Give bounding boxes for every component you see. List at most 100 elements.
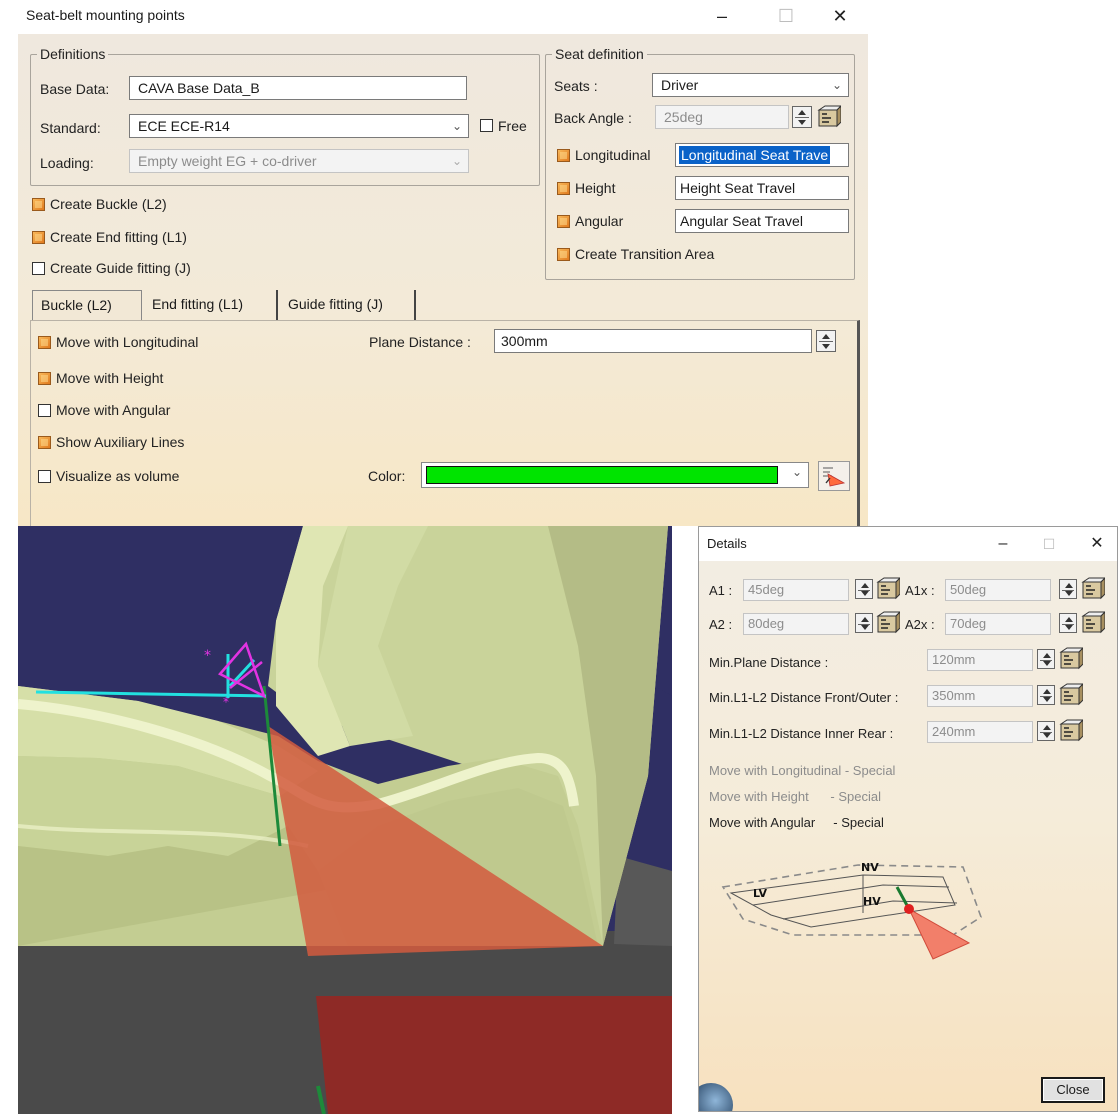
a1x-field: 50deg bbox=[945, 579, 1051, 601]
chevron-down-icon: ⌄ bbox=[451, 119, 462, 133]
formula-icon[interactable] bbox=[876, 577, 900, 601]
transition-area-checkbox[interactable] bbox=[557, 248, 570, 261]
svg-text:*: * bbox=[204, 648, 211, 664]
longitudinal-label: Longitudinal bbox=[575, 147, 651, 163]
details-title-bar: Details – ☐ ✕ bbox=[699, 527, 1117, 561]
height-travel-field[interactable]: Height Seat Travel bbox=[675, 176, 849, 200]
back-angle-spinner[interactable] bbox=[792, 106, 812, 128]
move-longitudinal-checkbox[interactable] bbox=[38, 336, 51, 349]
seats-select[interactable]: Driver ⌄ bbox=[652, 73, 849, 97]
min-inner-rear-label: Min.L1-L2 Distance Inner Rear : bbox=[709, 726, 894, 741]
create-guide-fitting-label: Create Guide fitting (J) bbox=[50, 260, 191, 276]
plane-distance-label: Plane Distance : bbox=[369, 334, 471, 350]
a1x-spinner[interactable] bbox=[1059, 579, 1077, 599]
plane-distance-spinner[interactable] bbox=[816, 330, 836, 352]
plane-distance-field[interactable]: 300mm bbox=[494, 329, 812, 353]
move-angular-checkbox[interactable] bbox=[38, 404, 51, 417]
details-window: Details – ☐ ✕ A1 : 45deg A1x : 50deg A2 … bbox=[698, 526, 1118, 1112]
color-swatch bbox=[426, 466, 778, 484]
close-button[interactable]: Close bbox=[1041, 1077, 1105, 1103]
create-buckle-label: Create Buckle (L2) bbox=[50, 196, 167, 212]
main-title-bar: Seat-belt mounting points – ☐ ✕ bbox=[0, 0, 868, 34]
seat-model-render: * * bbox=[18, 526, 672, 1114]
window-title: Seat-belt mounting points bbox=[26, 7, 185, 23]
loading-select: Empty weight EG + co-driver ⌄ bbox=[129, 149, 469, 173]
a2x-spinner[interactable] bbox=[1059, 613, 1077, 633]
move-height-label: Move with Height bbox=[56, 370, 164, 386]
create-guide-fitting-checkbox[interactable] bbox=[32, 262, 45, 275]
move-height-special: Move with Height - Special bbox=[709, 789, 881, 804]
min-rear-spinner[interactable] bbox=[1037, 721, 1055, 741]
color-select[interactable]: ⌄ bbox=[421, 462, 809, 488]
formula-icon[interactable] bbox=[1059, 719, 1083, 743]
formula-icon[interactable] bbox=[876, 611, 900, 635]
create-end-fitting-checkbox[interactable] bbox=[32, 231, 45, 244]
formula-icon[interactable] bbox=[1059, 647, 1083, 671]
standard-value: ECE ECE-R14 bbox=[138, 118, 230, 134]
longitudinal-travel-value: Longitudinal Seat Trave bbox=[679, 146, 831, 164]
details-minimize-button[interactable]: – bbox=[983, 531, 1023, 557]
minimize-button[interactable]: – bbox=[702, 3, 742, 29]
min-plane-distance-label: Min.Plane Distance : bbox=[709, 655, 829, 670]
a1-spinner[interactable] bbox=[855, 579, 873, 599]
tab-guide-fitting[interactable]: Guide fitting (J) bbox=[280, 290, 416, 320]
angular-checkbox[interactable] bbox=[557, 215, 570, 228]
details-close-icon[interactable]: ✕ bbox=[1077, 531, 1117, 557]
move-angular-label: Move with Angular bbox=[56, 402, 171, 418]
seats-value: Driver bbox=[661, 77, 699, 93]
3d-viewport[interactable]: * * bbox=[18, 526, 672, 1114]
tab-buckle[interactable]: Buckle (L2) bbox=[32, 290, 142, 320]
free-checkbox[interactable] bbox=[480, 119, 493, 132]
longitudinal-travel-field[interactable]: Longitudinal Seat Trave bbox=[675, 143, 849, 167]
transition-area-label: Create Transition Area bbox=[575, 246, 715, 262]
a2-spinner[interactable] bbox=[855, 613, 873, 633]
a1-field: 45deg bbox=[743, 579, 849, 601]
diagram-nv-label: NV bbox=[861, 861, 879, 874]
details-title: Details bbox=[707, 536, 747, 551]
standard-select[interactable]: ECE ECE-R14 ⌄ bbox=[129, 114, 469, 138]
create-buckle-checkbox[interactable] bbox=[32, 198, 45, 211]
formula-icon[interactable] bbox=[817, 105, 841, 129]
chevron-down-icon: ⌄ bbox=[831, 78, 842, 92]
free-label: Free bbox=[498, 118, 527, 134]
color-picker-icon[interactable] bbox=[818, 461, 850, 491]
main-dialog-body: Definitions Base Data: CAVA Base Data_B … bbox=[18, 34, 868, 526]
longitudinal-checkbox[interactable] bbox=[557, 149, 570, 162]
min-plane-spinner[interactable] bbox=[1037, 649, 1055, 669]
decorative-orb bbox=[699, 1083, 733, 1111]
angular-travel-field[interactable]: Angular Seat Travel bbox=[675, 209, 849, 233]
base-data-label: Base Data: bbox=[40, 81, 110, 97]
maximize-button: ☐ bbox=[777, 6, 795, 26]
min-front-spinner[interactable] bbox=[1037, 685, 1055, 705]
definitions-legend: Definitions bbox=[40, 46, 106, 62]
formula-icon[interactable] bbox=[1081, 577, 1105, 601]
close-window-button[interactable]: ✕ bbox=[820, 3, 860, 29]
formula-icon[interactable] bbox=[1059, 683, 1083, 707]
visualize-volume-label: Visualize as volume bbox=[56, 468, 180, 484]
show-aux-lines-checkbox[interactable] bbox=[38, 436, 51, 449]
move-height-checkbox[interactable] bbox=[38, 372, 51, 385]
height-label: Height bbox=[575, 180, 616, 196]
seat-travel-diagram: LV NV HV bbox=[721, 861, 982, 960]
min-plane-distance-field: 120mm bbox=[927, 649, 1033, 671]
a2-label: A2 : bbox=[709, 617, 733, 632]
min-inner-rear-field: 240mm bbox=[927, 721, 1033, 743]
color-label: Color: bbox=[368, 468, 406, 484]
seats-label: Seats : bbox=[554, 78, 598, 94]
visualize-volume-checkbox[interactable] bbox=[38, 470, 51, 483]
chevron-down-icon: ⌄ bbox=[791, 465, 802, 479]
base-data-field[interactable]: CAVA Base Data_B bbox=[129, 76, 467, 100]
move-longitudinal-special: Move with Longitudinal - Special bbox=[709, 763, 896, 778]
chevron-down-icon: ⌄ bbox=[451, 154, 462, 168]
standard-label: Standard: bbox=[40, 120, 101, 136]
back-angle-label: Back Angle : bbox=[554, 110, 632, 126]
details-maximize-button: ☐ bbox=[1042, 536, 1056, 552]
formula-icon[interactable] bbox=[1081, 611, 1105, 635]
move-angular-special: Move with Angular - Special bbox=[709, 815, 884, 830]
height-checkbox[interactable] bbox=[557, 182, 570, 195]
a1-label: A1 : bbox=[709, 583, 733, 598]
a2-field: 80deg bbox=[743, 613, 849, 635]
a1x-label: A1x : bbox=[905, 583, 935, 598]
tab-end-fitting[interactable]: End fitting (L1) bbox=[144, 290, 278, 320]
a2x-field: 70deg bbox=[945, 613, 1051, 635]
